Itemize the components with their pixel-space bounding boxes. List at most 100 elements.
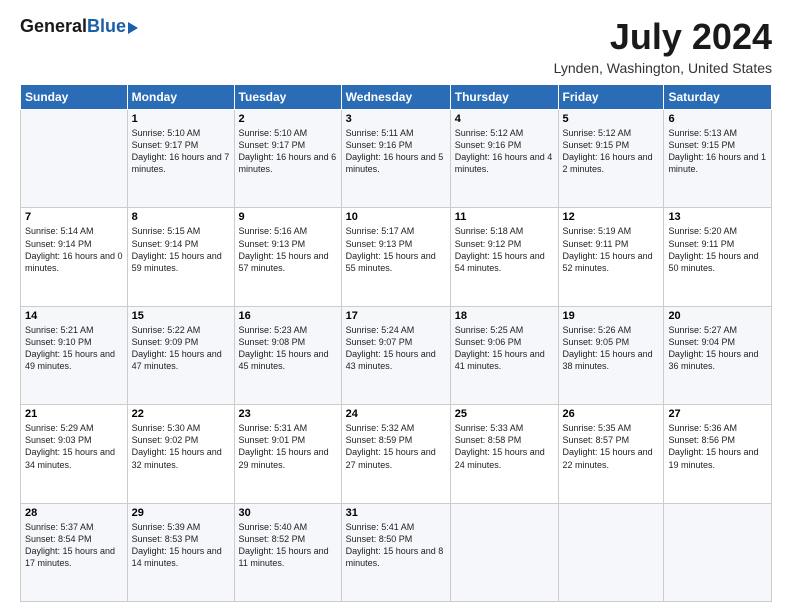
calendar-cell: 19 Sunrise: 5:26 AM Sunset: 9:05 PM Dayli… xyxy=(558,306,664,404)
day-info: Sunrise: 5:26 AM Sunset: 9:05 PM Dayligh… xyxy=(563,324,660,373)
day-info: Sunrise: 5:33 AM Sunset: 8:58 PM Dayligh… xyxy=(455,422,554,471)
day-info: Sunrise: 5:41 AM Sunset: 8:50 PM Dayligh… xyxy=(346,521,446,570)
day-number: 16 xyxy=(239,310,337,322)
day-number: 15 xyxy=(132,310,230,322)
calendar-cell xyxy=(664,503,772,601)
calendar-cell: 10 Sunrise: 5:17 AM Sunset: 9:13 PM Dayli… xyxy=(341,208,450,306)
calendar-cell xyxy=(21,110,128,208)
day-number: 21 xyxy=(25,408,123,420)
header-tuesday: Tuesday xyxy=(234,85,341,110)
logo-blue-text: Blue xyxy=(87,16,126,37)
day-number: 18 xyxy=(455,310,554,322)
week-row-1: 7 Sunrise: 5:14 AM Sunset: 9:14 PM Daylig… xyxy=(21,208,772,306)
day-number: 3 xyxy=(346,113,446,125)
day-info: Sunrise: 5:19 AM Sunset: 9:11 PM Dayligh… xyxy=(563,225,660,274)
logo-general-text: General xyxy=(20,16,87,37)
day-number: 14 xyxy=(25,310,123,322)
day-number: 23 xyxy=(239,408,337,420)
day-info: Sunrise: 5:35 AM Sunset: 8:57 PM Dayligh… xyxy=(563,422,660,471)
day-info: Sunrise: 5:39 AM Sunset: 8:53 PM Dayligh… xyxy=(132,521,230,570)
calendar-cell: 6 Sunrise: 5:13 AM Sunset: 9:15 PM Daylig… xyxy=(664,110,772,208)
day-number: 6 xyxy=(668,113,767,125)
month-title: July 2024 xyxy=(554,16,772,58)
calendar-cell: 15 Sunrise: 5:22 AM Sunset: 9:09 PM Dayli… xyxy=(127,306,234,404)
day-info: Sunrise: 5:14 AM Sunset: 9:14 PM Dayligh… xyxy=(25,225,123,274)
header-saturday: Saturday xyxy=(664,85,772,110)
day-info: Sunrise: 5:23 AM Sunset: 9:08 PM Dayligh… xyxy=(239,324,337,373)
calendar-cell: 25 Sunrise: 5:33 AM Sunset: 8:58 PM Dayli… xyxy=(450,405,558,503)
day-info: Sunrise: 5:24 AM Sunset: 9:07 PM Dayligh… xyxy=(346,324,446,373)
day-number: 20 xyxy=(668,310,767,322)
calendar-cell: 8Sunrise: 5:15 AM Sunset: 9:14 PM Daylig… xyxy=(127,208,234,306)
calendar-cell: 5 Sunrise: 5:12 AM Sunset: 9:15 PM Daylig… xyxy=(558,110,664,208)
calendar-cell: 22 Sunrise: 5:30 AM Sunset: 9:02 PM Dayli… xyxy=(127,405,234,503)
day-info: Sunrise: 5:20 AM Sunset: 9:11 PM Dayligh… xyxy=(668,225,767,274)
header-thursday: Thursday xyxy=(450,85,558,110)
day-number: 19 xyxy=(563,310,660,322)
day-number: 5 xyxy=(563,113,660,125)
day-info: Sunrise: 5:40 AM Sunset: 8:52 PM Dayligh… xyxy=(239,521,337,570)
calendar-cell: 24 Sunrise: 5:32 AM Sunset: 8:59 PM Dayli… xyxy=(341,405,450,503)
day-number: 10 xyxy=(346,211,446,223)
calendar-cell: 21Sunrise: 5:29 AM Sunset: 9:03 PM Dayli… xyxy=(21,405,128,503)
calendar-cell: 29Sunrise: 5:39 AM Sunset: 8:53 PM Dayli… xyxy=(127,503,234,601)
day-number: 22 xyxy=(132,408,230,420)
day-info: Sunrise: 5:15 AM Sunset: 9:14 PM Dayligh… xyxy=(132,225,230,274)
page: General Blue July 2024 Lynden, Washingto… xyxy=(0,0,792,612)
calendar-cell: 9 Sunrise: 5:16 AM Sunset: 9:13 PM Daylig… xyxy=(234,208,341,306)
calendar-cell xyxy=(558,503,664,601)
calendar-table: SundayMondayTuesdayWednesdayThursdayFrid… xyxy=(20,84,772,602)
header-friday: Friday xyxy=(558,85,664,110)
header: General Blue July 2024 Lynden, Washingto… xyxy=(20,16,772,76)
day-info: Sunrise: 5:17 AM Sunset: 9:13 PM Dayligh… xyxy=(346,225,446,274)
week-row-4: 28 Sunrise: 5:37 AM Sunset: 8:54 PM Dayli… xyxy=(21,503,772,601)
calendar-cell: 17 Sunrise: 5:24 AM Sunset: 9:07 PM Dayli… xyxy=(341,306,450,404)
calendar-body: 1 Sunrise: 5:10 AM Sunset: 9:17 PM Daylig… xyxy=(21,110,772,602)
day-info: Sunrise: 5:12 AM Sunset: 9:16 PM Dayligh… xyxy=(455,127,554,176)
calendar-cell: 31 Sunrise: 5:41 AM Sunset: 8:50 PM Dayli… xyxy=(341,503,450,601)
week-row-3: 21Sunrise: 5:29 AM Sunset: 9:03 PM Dayli… xyxy=(21,405,772,503)
day-info: Sunrise: 5:18 AM Sunset: 9:12 PM Dayligh… xyxy=(455,225,554,274)
day-info: Sunrise: 5:30 AM Sunset: 9:02 PM Dayligh… xyxy=(132,422,230,471)
day-info: Sunrise: 5:16 AM Sunset: 9:13 PM Dayligh… xyxy=(239,225,337,274)
calendar-cell: 26 Sunrise: 5:35 AM Sunset: 8:57 PM Dayli… xyxy=(558,405,664,503)
logo: General Blue xyxy=(20,16,138,37)
logo-arrow-icon xyxy=(128,22,138,34)
calendar-cell: 7 Sunrise: 5:14 AM Sunset: 9:14 PM Daylig… xyxy=(21,208,128,306)
day-info: Sunrise: 5:37 AM Sunset: 8:54 PM Dayligh… xyxy=(25,521,123,570)
calendar-cell: 28 Sunrise: 5:37 AM Sunset: 8:54 PM Dayli… xyxy=(21,503,128,601)
week-row-2: 14Sunrise: 5:21 AM Sunset: 9:10 PM Dayli… xyxy=(21,306,772,404)
day-info: Sunrise: 5:27 AM Sunset: 9:04 PM Dayligh… xyxy=(668,324,767,373)
day-number: 1 xyxy=(132,113,230,125)
day-number: 24 xyxy=(346,408,446,420)
day-info: Sunrise: 5:13 AM Sunset: 9:15 PM Dayligh… xyxy=(668,127,767,176)
day-info: Sunrise: 5:11 AM Sunset: 9:16 PM Dayligh… xyxy=(346,127,446,176)
calendar-header: SundayMondayTuesdayWednesdayThursdayFrid… xyxy=(21,85,772,110)
day-number: 25 xyxy=(455,408,554,420)
calendar-cell: 12Sunrise: 5:19 AM Sunset: 9:11 PM Dayli… xyxy=(558,208,664,306)
day-number: 28 xyxy=(25,507,123,519)
day-number: 4 xyxy=(455,113,554,125)
day-number: 9 xyxy=(239,211,337,223)
title-area: July 2024 Lynden, Washington, United Sta… xyxy=(554,16,772,76)
day-number: 30 xyxy=(239,507,337,519)
day-number: 17 xyxy=(346,310,446,322)
day-number: 26 xyxy=(563,408,660,420)
day-info: Sunrise: 5:22 AM Sunset: 9:09 PM Dayligh… xyxy=(132,324,230,373)
calendar-cell: 23 Sunrise: 5:31 AM Sunset: 9:01 PM Dayli… xyxy=(234,405,341,503)
day-number: 31 xyxy=(346,507,446,519)
calendar-cell: 1Sunrise: 5:10 AM Sunset: 9:17 PM Daylig… xyxy=(127,110,234,208)
day-number: 13 xyxy=(668,211,767,223)
header-sunday: Sunday xyxy=(21,85,128,110)
calendar-cell: 20 Sunrise: 5:27 AM Sunset: 9:04 PM Dayli… xyxy=(664,306,772,404)
calendar-cell: 30 Sunrise: 5:40 AM Sunset: 8:52 PM Dayli… xyxy=(234,503,341,601)
day-info: Sunrise: 5:10 AM Sunset: 9:17 PM Dayligh… xyxy=(239,127,337,176)
day-number: 2 xyxy=(239,113,337,125)
day-info: Sunrise: 5:32 AM Sunset: 8:59 PM Dayligh… xyxy=(346,422,446,471)
day-info: Sunrise: 5:31 AM Sunset: 9:01 PM Dayligh… xyxy=(239,422,337,471)
calendar-cell: 16 Sunrise: 5:23 AM Sunset: 9:08 PM Dayli… xyxy=(234,306,341,404)
day-info: Sunrise: 5:12 AM Sunset: 9:15 PM Dayligh… xyxy=(563,127,660,176)
week-row-0: 1 Sunrise: 5:10 AM Sunset: 9:17 PM Daylig… xyxy=(21,110,772,208)
calendar-cell: 4 Sunrise: 5:12 AM Sunset: 9:16 PM Daylig… xyxy=(450,110,558,208)
day-number: 7 xyxy=(25,211,123,223)
